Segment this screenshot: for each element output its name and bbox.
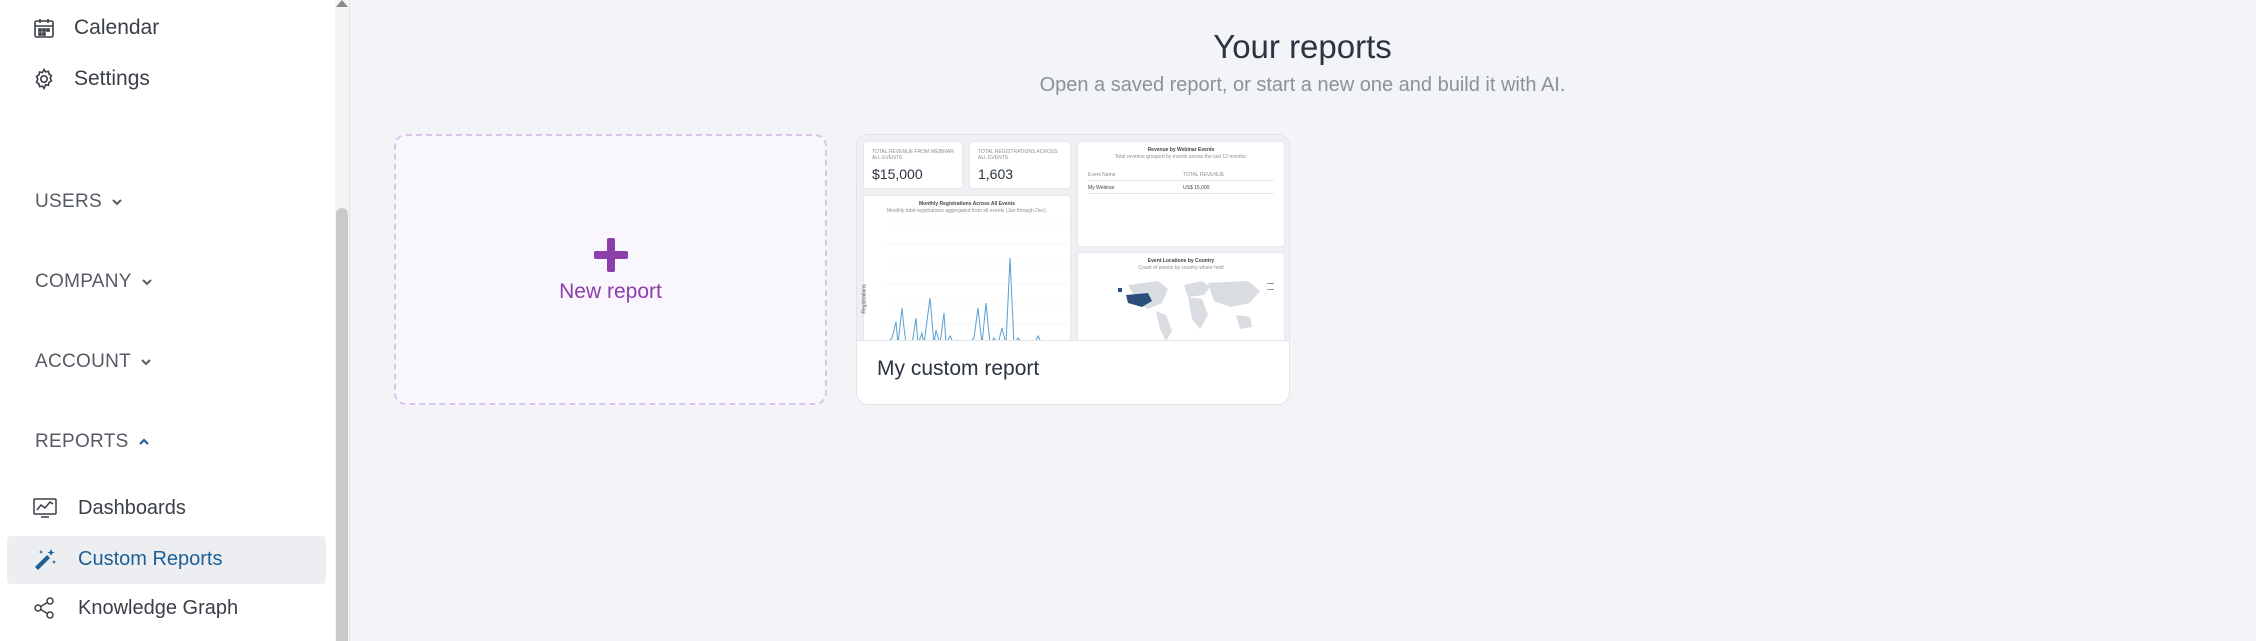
kpi-value: 1,603 bbox=[978, 166, 1014, 182]
line-chart-plot bbox=[886, 223, 1068, 340]
report-card[interactable]: TOTAL REVENUE FROM WEBINAR ALL EVENTS $1… bbox=[856, 134, 1290, 405]
section-company-label: COMPANY bbox=[35, 271, 132, 292]
table-header: TOTAL REVENUE bbox=[1183, 172, 1225, 178]
gear-icon bbox=[35, 67, 53, 91]
line-chart-ylabel: Registrations bbox=[861, 284, 868, 314]
line-chart-title: Monthly Registrations Across All Events bbox=[918, 201, 1016, 207]
report-card-title: My custom report bbox=[877, 357, 1040, 380]
chevron-down-icon bbox=[142, 279, 152, 286]
table-subtitle: Total revenue grouped by events across t… bbox=[1114, 154, 1248, 160]
plus-icon bbox=[593, 237, 628, 272]
map-subtitle: Count of events by country where held bbox=[1138, 265, 1224, 271]
nav-calendar[interactable]: Calendar bbox=[32, 16, 159, 40]
thumbnail-map: Event Locations by Country Count of even… bbox=[1077, 252, 1285, 340]
share-nodes-icon bbox=[34, 597, 54, 619]
kpi-value: $15,000 bbox=[872, 166, 923, 182]
page-title: Your reports bbox=[1213, 28, 1392, 65]
dashboard-icon bbox=[33, 498, 57, 518]
table-header: Event Name bbox=[1088, 172, 1116, 178]
thumbnail-kpi-revenue: TOTAL REVENUE FROM WEBINAR ALL EVENTS $1… bbox=[863, 141, 963, 189]
nav-calendar-label: Calendar bbox=[74, 16, 160, 39]
nav-settings[interactable]: Settings bbox=[32, 67, 150, 91]
section-reports[interactable]: REPORTS bbox=[35, 431, 151, 453]
thumbnail-revenue-table: Revenue by Webinar Events Total revenue … bbox=[1077, 141, 1285, 247]
section-users[interactable]: USERS bbox=[35, 191, 124, 213]
table-cell: US$ 15,000 bbox=[1183, 185, 1210, 191]
calendar-icon bbox=[34, 19, 54, 38]
chevron-down-icon bbox=[112, 199, 122, 206]
line-chart-subtitle: Monthly total registrations aggregated f… bbox=[886, 208, 1048, 214]
table-title: Revenue by Webinar Events bbox=[1147, 147, 1215, 153]
sidebar-item-label: Dashboards bbox=[78, 496, 186, 519]
table-cell: My Webinar bbox=[1088, 185, 1115, 191]
page-subtitle: Open a saved report, or start a new one … bbox=[1039, 74, 1566, 96]
table-divider bbox=[1088, 180, 1274, 181]
section-users-label: USERS bbox=[35, 191, 102, 212]
menu-icon[interactable] bbox=[1267, 283, 1274, 290]
scroll-up-arrow-icon[interactable] bbox=[336, 0, 348, 7]
kpi-label: TOTAL REGISTRATIONS ACROSS ALL EVENTS bbox=[978, 149, 1058, 161]
nav-settings-label: Settings bbox=[74, 67, 150, 90]
table-divider bbox=[1088, 193, 1274, 194]
section-account[interactable]: ACCOUNT bbox=[35, 351, 153, 373]
sidebar-item-label: Custom Reports bbox=[78, 547, 223, 570]
sidebar-item-dashboards[interactable]: Dashboards bbox=[32, 496, 186, 520]
report-thumbnail: TOTAL REVENUE FROM WEBINAR ALL EVENTS $1… bbox=[857, 135, 1289, 341]
magic-wand-icon bbox=[35, 549, 56, 570]
new-report-card[interactable]: New report bbox=[394, 134, 827, 405]
section-reports-label: REPORTS bbox=[35, 431, 129, 452]
world-map bbox=[1118, 281, 1260, 340]
sidebar-item-custom-reports[interactable]: Custom Reports bbox=[32, 547, 223, 571]
section-account-label: ACCOUNT bbox=[35, 351, 132, 372]
sidebar: Calendar Settings USERS COMPANY ACCOUNT … bbox=[0, 0, 350, 641]
kpi-label: TOTAL REVENUE FROM WEBINAR ALL EVENTS bbox=[872, 149, 954, 161]
chevron-up-icon bbox=[138, 438, 149, 445]
thumbnail-kpi-registrations: TOTAL REGISTRATIONS ACROSS ALL EVENTS 1,… bbox=[969, 141, 1071, 189]
chevron-down-icon bbox=[141, 359, 151, 366]
thumbnail-line-chart: Monthly Registrations Across All Events … bbox=[861, 195, 1071, 340]
sidebar-scrollbar-thumb[interactable] bbox=[336, 208, 348, 641]
section-company[interactable]: COMPANY bbox=[35, 271, 154, 293]
sidebar-item-knowledge-graph[interactable]: Knowledge Graph bbox=[32, 596, 238, 620]
map-title: Event Locations by Country bbox=[1147, 258, 1215, 264]
new-report-label: New report bbox=[559, 279, 662, 303]
sidebar-item-label: Knowledge Graph bbox=[78, 596, 239, 619]
